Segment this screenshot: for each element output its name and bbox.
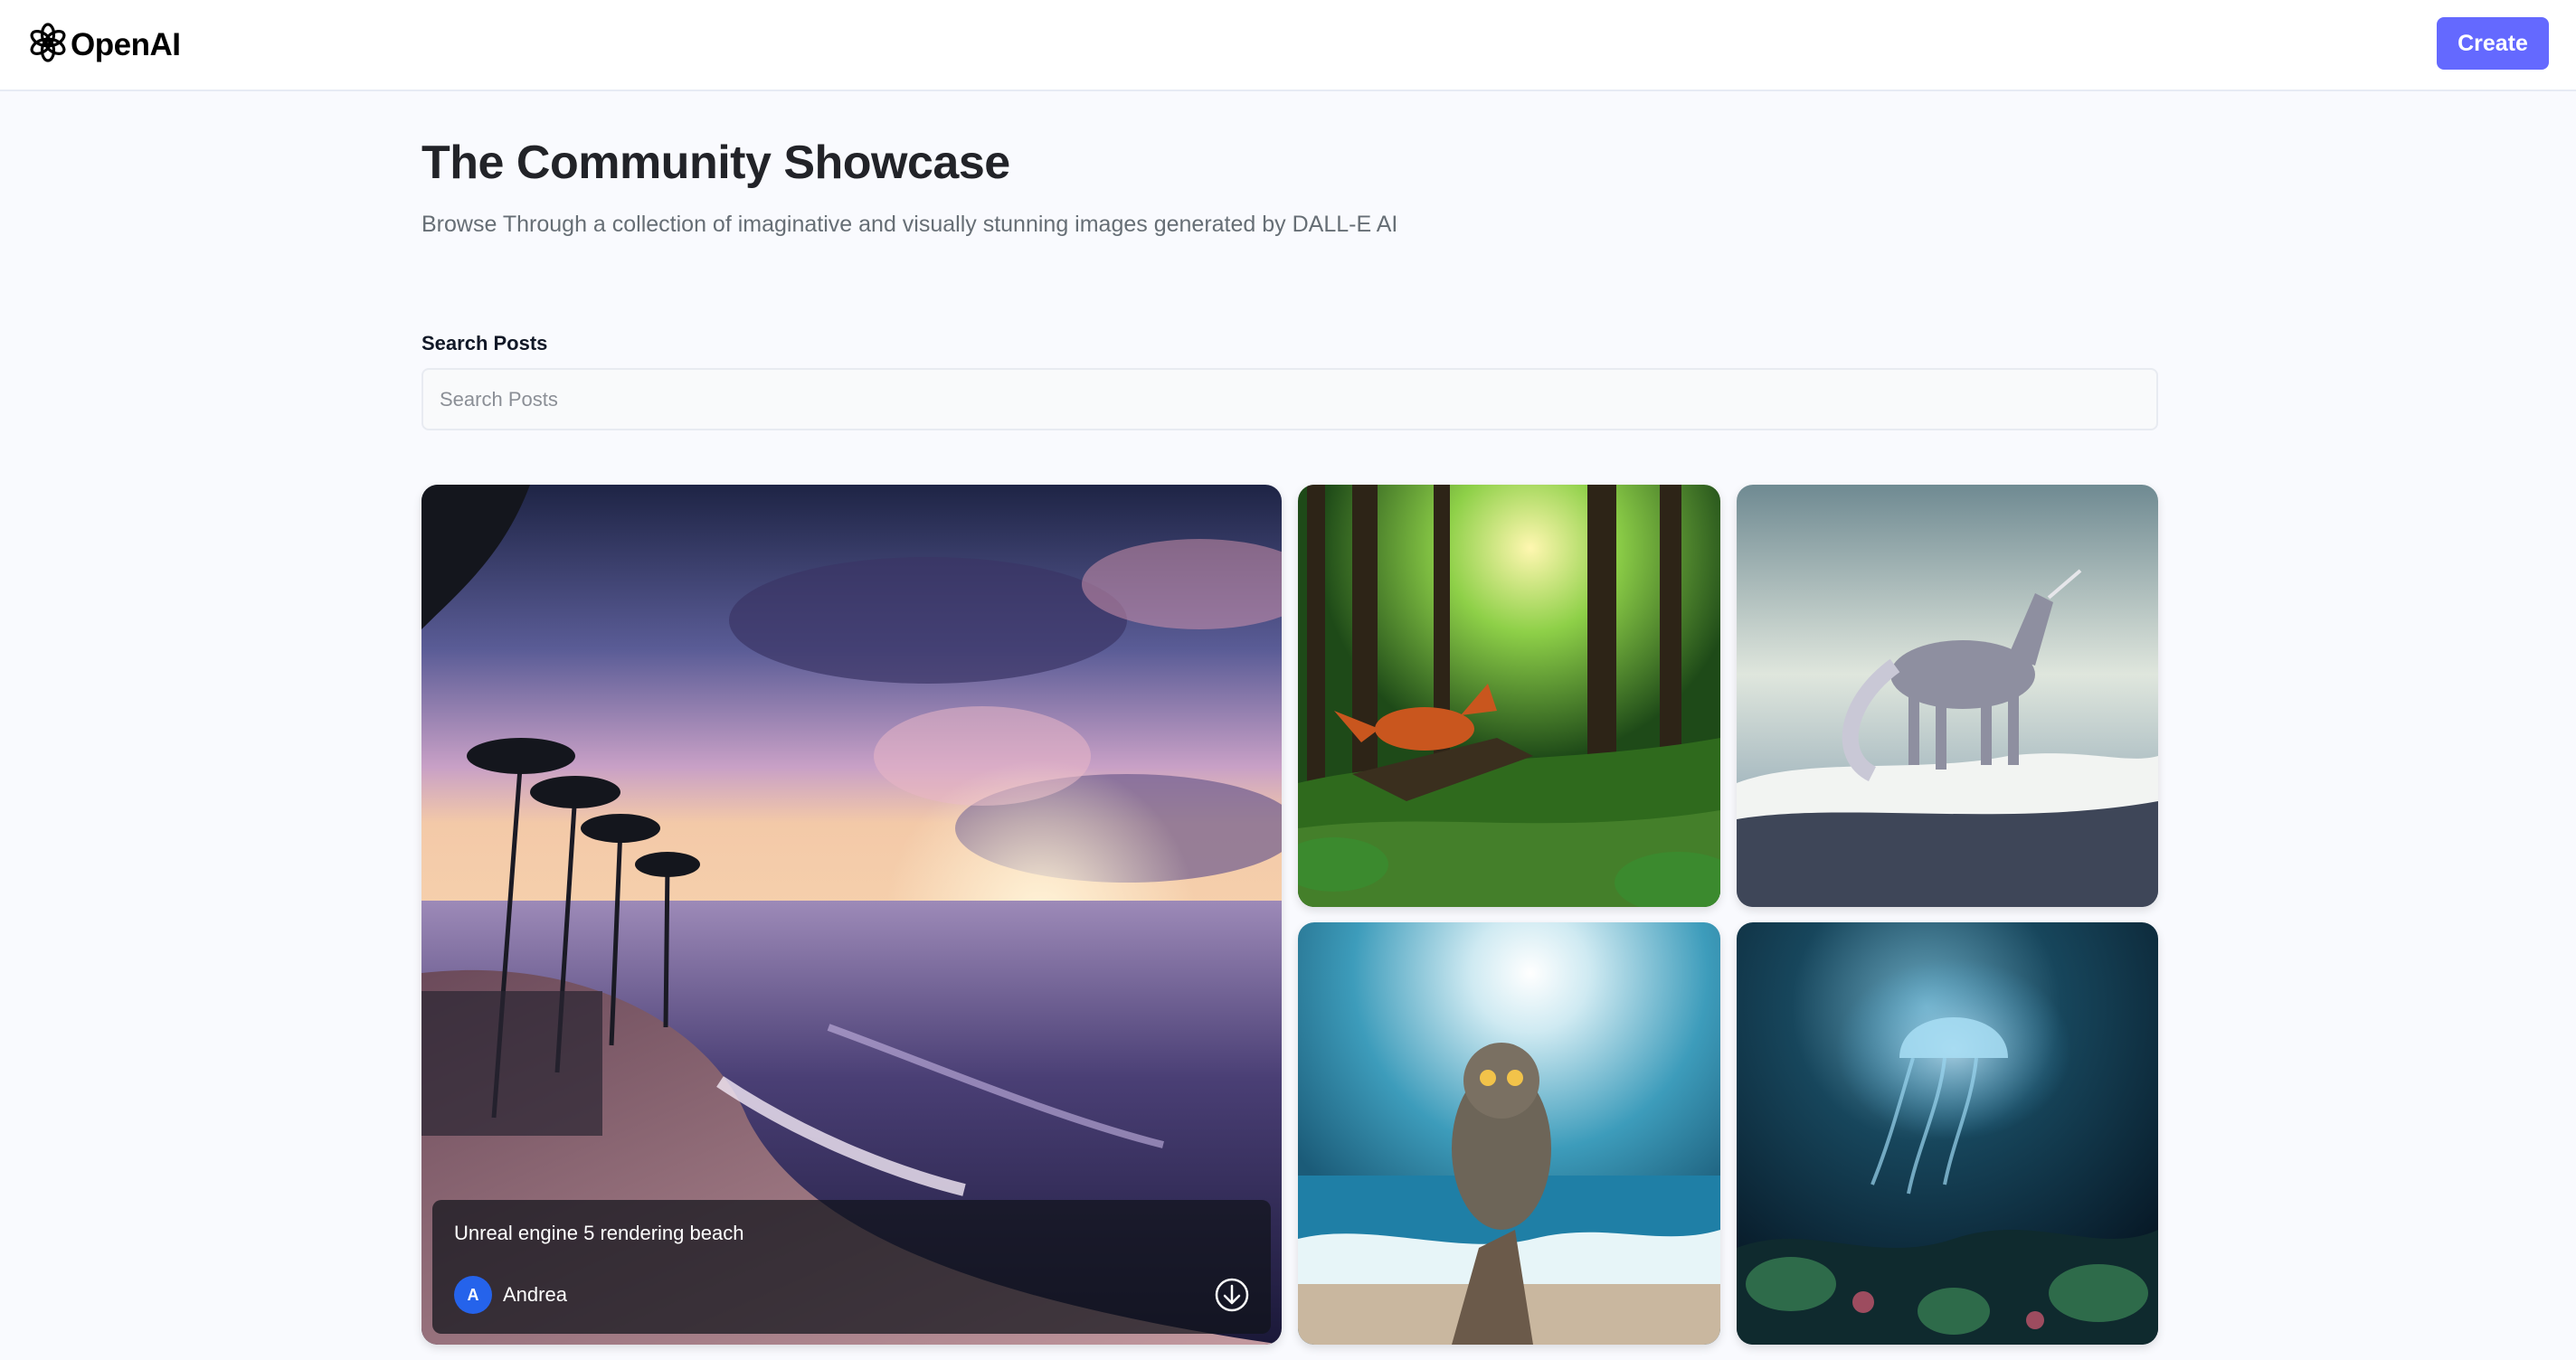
openai-logo[interactable]: OpenAI [29,23,181,67]
post-prompt: Unreal engine 5 rendering beach [454,1222,744,1244]
top-navbar: OpenAI Create [0,0,2576,91]
avatar: A [454,1276,492,1314]
search-label: Search Posts [421,332,548,354]
post-details-overlay: Unreal engine 5 rendering beach A Andrea [432,1200,1271,1334]
author-name: Andrea [503,1283,567,1306]
openai-logo-icon [29,23,67,67]
post-author: A Andrea [454,1276,567,1314]
download-icon [1215,1278,1249,1312]
post-card[interactable] [1737,485,2158,907]
unicorn-waves-image [1737,485,2158,907]
download-button[interactable] [1213,1276,1251,1314]
page-subtitle: Browse Through a collection of imaginati… [421,212,1398,237]
post-card[interactable] [1298,485,1720,907]
create-button[interactable]: Create [2437,17,2549,70]
search-input[interactable] [421,368,2158,430]
logo-text: OpenAI [71,26,181,62]
owl-ocean-image [1298,922,1720,1345]
forest-fox-image [1298,485,1720,907]
post-card[interactable]: Unreal engine 5 rendering beach A Andrea [421,485,1282,1345]
post-card[interactable] [1298,922,1720,1345]
page-title: The Community Showcase [421,137,1010,189]
post-card[interactable] [1737,922,2158,1345]
jellyfish-underwater-image [1737,922,2158,1345]
